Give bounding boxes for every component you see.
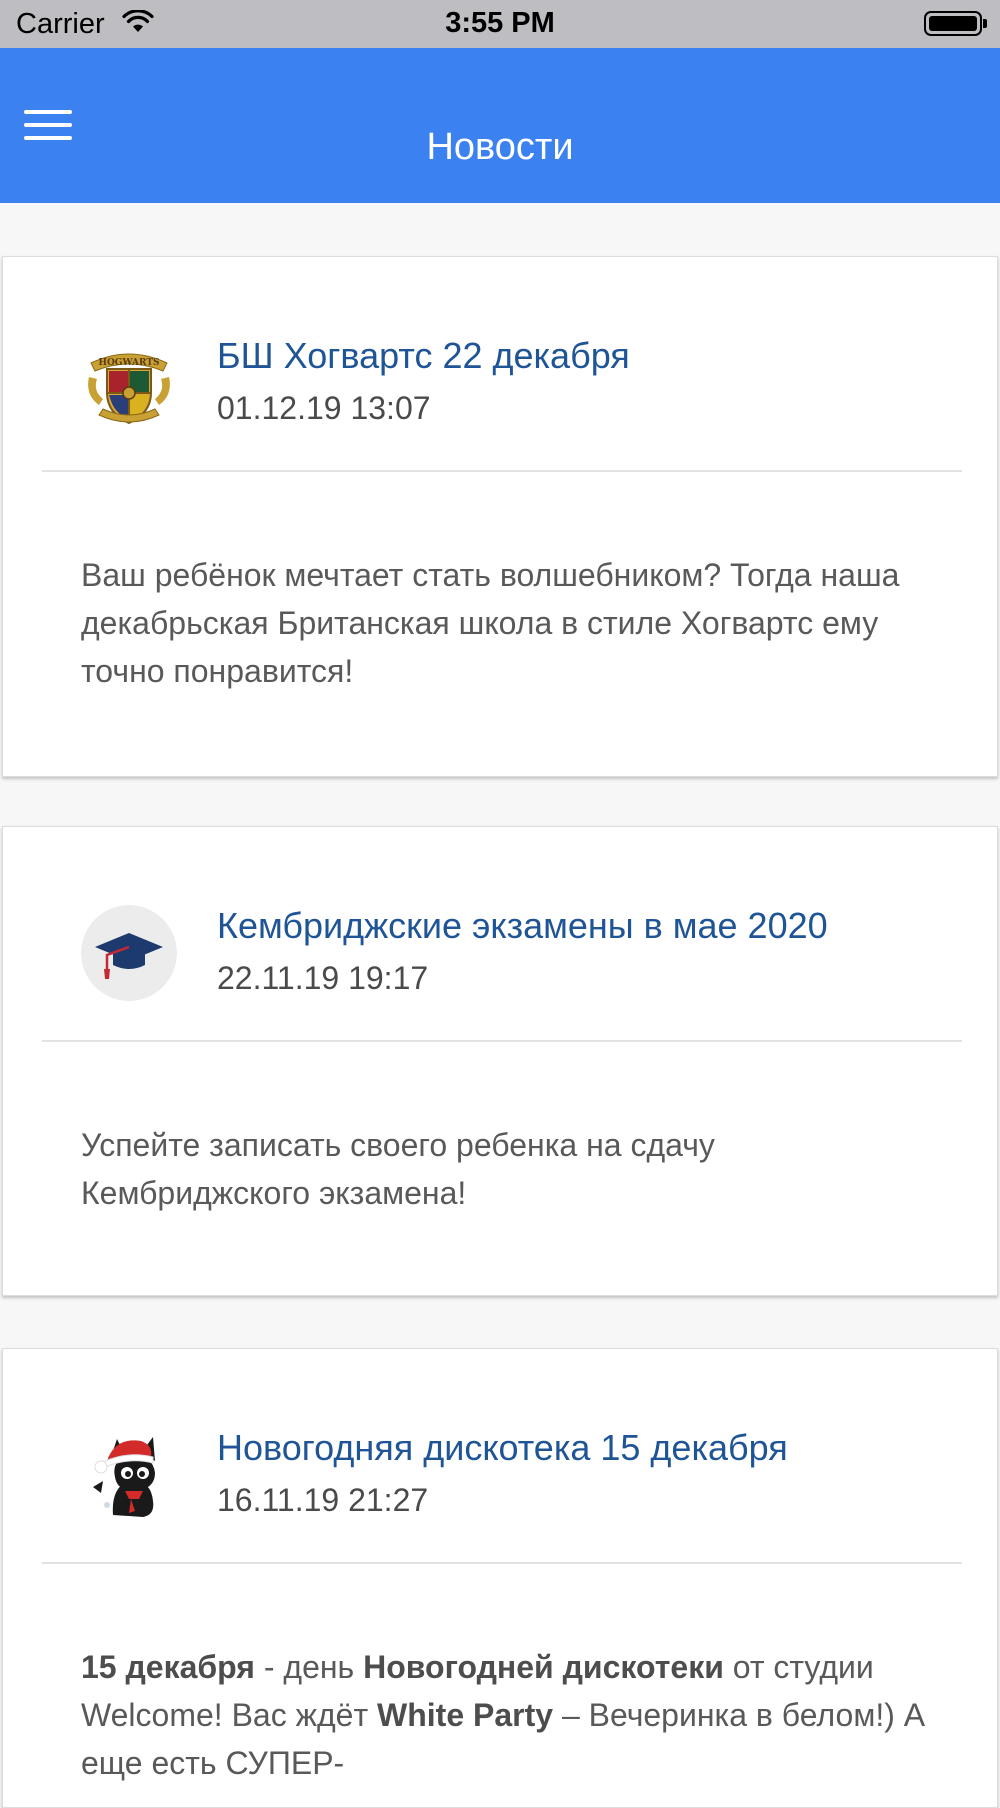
svg-text:HOGWARTS: HOGWARTS [98,358,159,368]
status-time: 3:55 PM [445,7,555,39]
news-date: 01.12.19 13:07 [217,390,431,426]
news-date: 22.11.19 19:17 [217,960,429,996]
battery-nub [983,19,987,28]
news-body-bold: White Party [377,1697,554,1733]
divider [42,470,962,472]
news-card[interactable]: Кембриджские экзамены в мае 2020 22.11.1… [2,826,998,1296]
santa-cat-icon [81,1427,177,1523]
news-body-bold: 15 декабря [81,1649,255,1685]
page-title: Новости [426,126,574,168]
news-title[interactable]: БШ Хогвартс 22 декабря [217,335,630,377]
news-title[interactable]: Кембриджские экзамены в мае 2020 [217,905,828,947]
news-body: Ваш ребёнок мечтает стать волшебником? Т… [81,557,900,689]
hogwarts-crest-icon: HOGWARTS [81,335,177,431]
app-bar: Новости [0,48,1000,203]
news-date: 16.11.19 21:27 [217,1482,429,1518]
news-body: 15 декабря - день Новогодней дискотеки о… [81,1643,941,1787]
status-bar: Carrier 3:55 PM [0,0,1000,48]
divider [42,1040,962,1042]
news-card[interactable]: Новогодняя дискотека 15 декабря 16.11.19… [2,1348,998,1808]
divider [42,1562,962,1564]
news-body-bold: Новогодней дискотеки [363,1649,724,1685]
news-body-text: - день [254,1649,364,1685]
news-card[interactable]: HOGWARTS БШ Хогвартс 22 декабря 01.12.19… [2,256,998,777]
news-title[interactable]: Новогодняя дискотека 15 декабря [217,1427,788,1469]
news-body: Успейте записать своего ребенка на сдачу… [81,1127,715,1211]
battery-icon [924,11,982,36]
graduation-cap-icon [81,905,177,1001]
